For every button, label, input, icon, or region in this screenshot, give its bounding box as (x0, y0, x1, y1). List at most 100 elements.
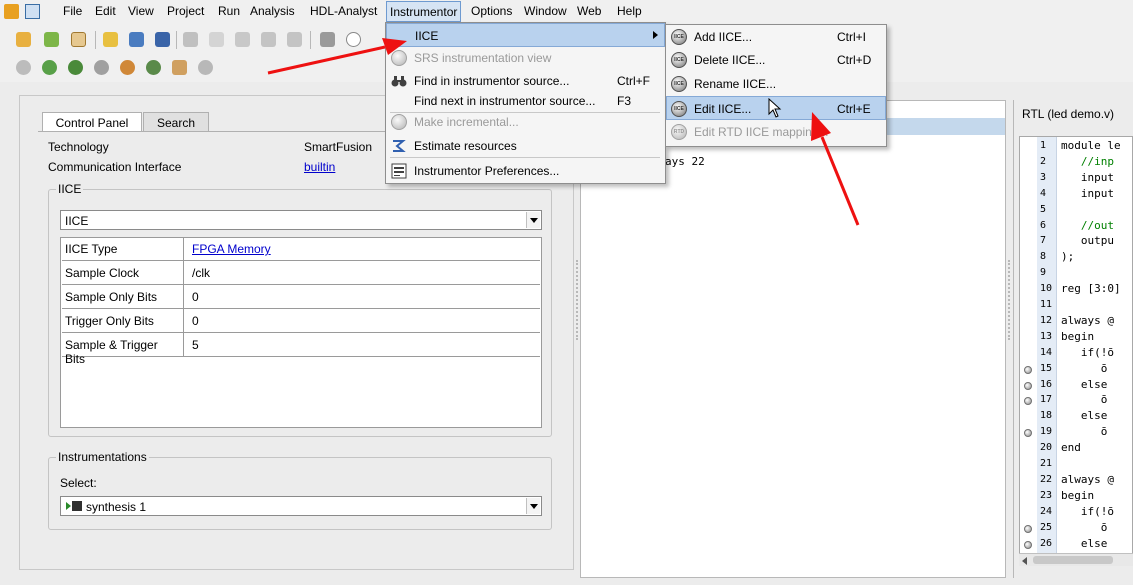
menu-item-label: Delete IICE... (694, 53, 766, 67)
line-number: 17 (1040, 394, 1053, 406)
zoom-in-icon[interactable] (346, 32, 361, 47)
line-number: 1 (1040, 140, 1047, 151)
code-line: //inp (1061, 154, 1114, 168)
menu-analysis[interactable]: Analysis (250, 4, 295, 18)
menubar: File Edit View Project Run Analysis HDL-… (0, 0, 1133, 24)
menu-help[interactable]: Help (617, 4, 642, 18)
incremental-icon (391, 114, 407, 130)
add-file-icon[interactable] (44, 32, 59, 47)
code-line: if(!ō (1061, 345, 1114, 359)
instrument-tool-7-icon[interactable] (172, 60, 187, 75)
menu-item-edit-rtd-mapping[interactable]: RTD Edit RTD IICE mapping... (666, 120, 886, 144)
code-line: always @ (1061, 472, 1114, 486)
code-line: outpu (1061, 234, 1114, 248)
binoculars-icon (391, 73, 407, 89)
menu-item-estimate-resources[interactable]: Estimate resources (386, 134, 665, 158)
menu-item-rename-iice[interactable]: IICE Rename IICE... (666, 72, 886, 96)
line-number: 19 (1040, 426, 1053, 438)
undo-icon[interactable] (261, 32, 276, 47)
menu-project[interactable]: Project (167, 4, 204, 18)
code-line: ō (1061, 393, 1108, 407)
chevron-down-icon[interactable] (526, 212, 540, 228)
iice-group-title: IICE (56, 182, 84, 196)
instrument-tool-2-icon[interactable] (42, 60, 57, 75)
menu-item-srs-view[interactable]: SRS instrumentation view (386, 46, 665, 70)
line-number: 26 (1040, 537, 1053, 549)
menu-item-label: Rename IICE... (694, 77, 777, 91)
breakpoint-icon[interactable] (1024, 540, 1032, 549)
menu-hdl-analyst[interactable]: HDL-Analyst (310, 4, 377, 18)
menu-item-delete-iice[interactable]: IICE Delete IICE... Ctrl+D (666, 48, 886, 72)
menu-options[interactable]: Options (471, 4, 512, 18)
menu-item-label: Find in instrumentor source... (414, 74, 570, 88)
property-value[interactable]: 5 (192, 338, 199, 352)
line-number: 13 (1040, 330, 1053, 342)
rename-iice-icon: IICE (671, 76, 687, 92)
menu-view[interactable]: View (128, 4, 154, 18)
copy-icon[interactable] (209, 32, 224, 47)
code-line: reg [3:0] (1061, 282, 1121, 296)
synthesis-value: synthesis 1 (86, 500, 147, 514)
menu-web[interactable]: Web (577, 4, 601, 18)
instrument-tool-4-icon[interactable] (94, 60, 109, 75)
splitter-handle[interactable] (1008, 260, 1010, 340)
mouse-cursor-icon (768, 98, 782, 118)
instrument-tool-5-icon[interactable] (120, 60, 135, 75)
chevron-down-icon[interactable] (526, 498, 540, 514)
cut-icon[interactable] (183, 32, 198, 47)
paste-icon[interactable] (235, 32, 250, 47)
source-text: ays 22 (665, 155, 705, 168)
grid-icon[interactable] (71, 32, 86, 47)
line-number: 6 (1040, 219, 1047, 231)
line-number: 23 (1040, 489, 1053, 501)
property-value[interactable]: /clk (192, 266, 210, 280)
menu-item-add-iice[interactable]: IICE Add IICE... Ctrl+I (666, 25, 886, 49)
menu-file[interactable]: File (63, 4, 82, 18)
scroll-left-icon[interactable] (1022, 557, 1027, 565)
instrument-tool-1-icon[interactable] (16, 60, 31, 75)
menu-item-preferences[interactable]: Instrumentor Preferences... (386, 159, 665, 183)
property-value[interactable]: 0 (192, 290, 199, 304)
line-number: 22 (1040, 473, 1053, 485)
open-folder-icon[interactable] (103, 32, 118, 47)
find-icon[interactable] (320, 32, 335, 47)
save-icon[interactable] (129, 32, 144, 47)
instrumentation-select[interactable]: synthesis 1 (60, 496, 542, 516)
add-iice-icon: IICE (671, 29, 687, 45)
menu-item-shortcut: Ctrl+F (617, 74, 650, 88)
breakpoint-icon[interactable] (1024, 381, 1032, 390)
save-all-icon[interactable] (155, 32, 170, 47)
line-number: 3 (1040, 171, 1047, 183)
comm-interface-link[interactable]: builtin (304, 160, 335, 174)
property-key: IICE Type (62, 237, 184, 261)
window-icon[interactable] (25, 4, 40, 19)
code-line: if(!ō (1061, 504, 1114, 518)
menu-item-iice[interactable]: IICE (386, 23, 665, 47)
instrument-tool-6-icon[interactable] (146, 60, 161, 75)
new-project-icon[interactable] (16, 32, 31, 47)
menu-instrumentor[interactable]: Instrumentor (386, 1, 462, 22)
splitter-handle[interactable] (576, 260, 578, 340)
tab-search[interactable]: Search (143, 112, 209, 132)
redo-icon[interactable] (287, 32, 302, 47)
horizontal-scrollbar[interactable] (1019, 553, 1133, 566)
menu-item-make-incremental[interactable]: Make incremental... (386, 110, 665, 134)
rtd-iice-icon: RTD (671, 124, 687, 140)
property-key: Sample Only Bits (62, 285, 184, 309)
instrument-tool-8-icon[interactable] (198, 60, 213, 75)
menu-run[interactable]: Run (218, 4, 240, 18)
iice-select[interactable]: IICE (60, 210, 542, 230)
tab-control-panel[interactable]: Control Panel (42, 112, 142, 132)
breakpoint-icon[interactable] (1024, 365, 1032, 374)
line-number: 12 (1040, 314, 1053, 326)
property-value[interactable]: 0 (192, 314, 199, 328)
app-logo-icon[interactable] (4, 4, 19, 19)
line-number: 18 (1040, 410, 1053, 422)
breakpoint-icon[interactable] (1024, 524, 1032, 533)
instrument-tool-3-icon[interactable] (68, 60, 83, 75)
menu-edit[interactable]: Edit (95, 4, 116, 18)
line-number: 4 (1040, 187, 1047, 199)
menu-window[interactable]: Window (524, 4, 567, 18)
iice-type-link[interactable]: FPGA Memory (192, 242, 271, 256)
scroll-thumb[interactable] (1033, 556, 1113, 564)
